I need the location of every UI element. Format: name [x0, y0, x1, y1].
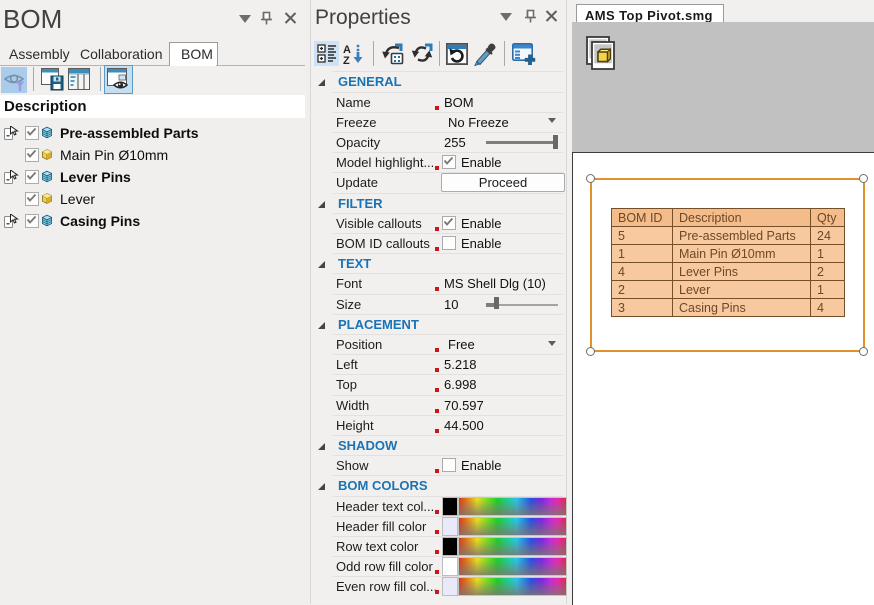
svg-text:Z: Z [343, 55, 350, 65]
